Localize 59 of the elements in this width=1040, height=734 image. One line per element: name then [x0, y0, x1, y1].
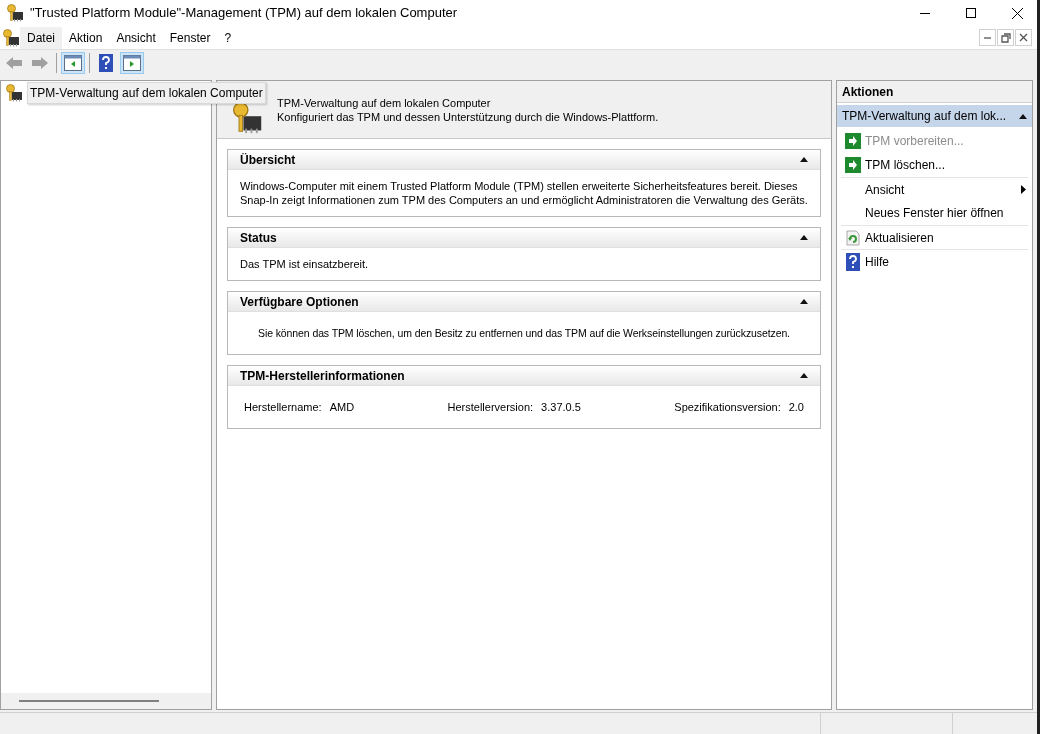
show-actions-button[interactable] — [120, 52, 144, 74]
refresh-icon — [845, 229, 861, 246]
collapse-caret-icon[interactable] — [800, 157, 808, 162]
document-icon — [2, 28, 20, 47]
section-title: Verfügbare Optionen — [240, 293, 359, 311]
action-item[interactable]: Ansicht — [865, 180, 905, 199]
back-arrow-icon — [5, 56, 23, 70]
scrollbar-thumb[interactable] — [19, 700, 159, 702]
section-text: Windows-Computer mit einem Trusted Platform Module (TPM) stellen erweiterte Sicherheitsfeatures bereit. Dieses Snap-In zeigt Informationen zum TPM des Computers an und ermöglicht Administratoren die Verwaltung des Geräts. — [240, 180, 808, 206]
close-icon — [1019, 33, 1028, 42]
section-title: Übersicht — [240, 151, 296, 169]
header-description: Konfiguriert das TPM und dessen Unterstützung durch die Windows-Plattform. — [277, 109, 659, 124]
app-icon — [6, 4, 24, 22]
header-title: TPM-Verwaltung auf dem lokalen Computer — [277, 95, 492, 110]
actions-group-header[interactable]: TPM-Verwaltung auf dem lok... — [837, 105, 1032, 127]
menu-item[interactable]: Fenster — [162, 26, 218, 49]
collapse-caret-icon[interactable] — [800, 299, 808, 304]
child-close-button[interactable] — [1015, 29, 1032, 46]
window-title: "Trusted Platform Module"-Management (TPM) auf dem lokalen Computer — [30, 4, 458, 23]
help-icon — [99, 54, 113, 72]
help-icon — [846, 252, 860, 271]
field-value: 3.37.0.5 — [541, 400, 581, 414]
menu-item[interactable]: Ansicht — [109, 26, 163, 49]
action-item[interactable]: Neues Fenster hier öffnen — [865, 204, 1004, 222]
pane-icon — [123, 55, 141, 71]
section-text: Sie können das TPM löschen, um den Besitz zu entfernen und das TPM auf die Werkseinstellungen zurückzusetzen. — [258, 327, 790, 339]
tpm-chip-icon — [231, 102, 263, 134]
restore-icon — [1000, 32, 1011, 43]
field-value: 2.0 — [788, 400, 804, 414]
tree-item[interactable]: TPM-Verwaltung auf dem lokalen Computer — [27, 82, 266, 104]
field-value: AMD — [329, 400, 355, 414]
actions-title: Aktionen — [842, 83, 894, 101]
field-label: Spezifikationsversion: — [674, 400, 781, 414]
collapse-caret-icon[interactable] — [1019, 113, 1027, 119]
action-item[interactable]: Hilfe — [865, 252, 889, 271]
pane-icon — [64, 55, 82, 71]
forward-arrow-icon — [31, 56, 49, 70]
minimize-icon — [920, 12, 930, 14]
action-item[interactable]: Aktualisieren — [865, 228, 934, 247]
minimize-icon — [984, 36, 991, 39]
child-minimize-button[interactable] — [979, 29, 996, 46]
submenu-arrow-icon — [1021, 185, 1026, 194]
maximize-icon — [966, 8, 976, 18]
menu-item[interactable]: Aktion — [62, 26, 110, 49]
collapse-caret-icon[interactable] — [800, 373, 808, 378]
section-title: Status — [240, 229, 277, 247]
collapse-caret-icon[interactable] — [800, 235, 808, 240]
section-text: Das TPM ist einsatzbereit. — [240, 258, 369, 270]
field-label: Herstellerversion: — [447, 400, 534, 414]
menu-item[interactable]: Datei — [20, 26, 62, 49]
section-title: TPM-Herstellerinformationen — [240, 367, 405, 385]
actions-group-title: TPM-Verwaltung auf dem lok... — [842, 108, 1007, 125]
action-item[interactable]: TPM löschen... — [865, 156, 946, 174]
tpm-icon — [5, 84, 23, 102]
field-label: Herstellername: — [244, 400, 322, 414]
close-icon — [1011, 7, 1023, 19]
show-tree-button[interactable] — [61, 52, 85, 74]
menu-item[interactable]: ? — [217, 26, 239, 49]
child-restore-button[interactable] — [997, 29, 1014, 46]
